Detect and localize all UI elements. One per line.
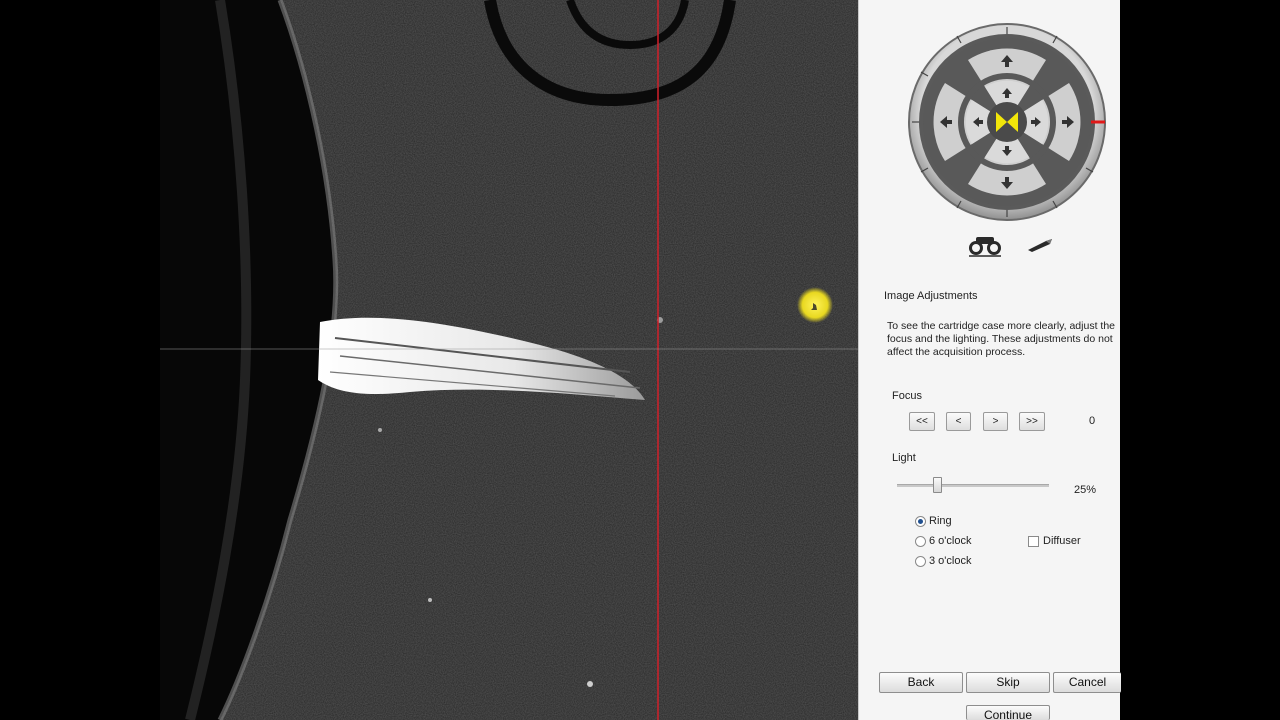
image-adjustments-description: To see the cartridge case more clearly, … <box>887 320 1116 358</box>
focus-coarse-forward-button[interactable]: >> <box>1019 412 1045 431</box>
light-label: Light <box>892 452 916 464</box>
cartridge-case-image <box>160 0 858 720</box>
back-button[interactable]: Back <box>879 672 963 693</box>
light-slider-thumb[interactable] <box>933 477 942 493</box>
diffuser-checkbox[interactable] <box>1028 536 1039 547</box>
image-adjustments-heading: Image Adjustments <box>884 290 978 302</box>
skip-button[interactable]: Skip <box>966 672 1050 693</box>
microscope-image-viewer[interactable] <box>160 0 858 720</box>
focus-fine-forward-button[interactable]: > <box>983 412 1008 431</box>
focus-label: Focus <box>892 390 922 402</box>
light-slider[interactable] <box>897 477 1049 499</box>
probe-icon[interactable] <box>1026 237 1056 253</box>
binoculars-icon[interactable] <box>967 234 1003 258</box>
letterbox-left <box>0 0 160 720</box>
focus-value: 0 <box>1089 415 1096 427</box>
letterbox-right <box>1120 0 1280 720</box>
six-oclock-light-label: 6 o'clock <box>929 535 972 547</box>
focus-coarse-back-button[interactable]: << <box>909 412 935 431</box>
three-oclock-light-radio[interactable] <box>915 556 926 567</box>
continue-button[interactable]: Continue <box>966 705 1050 720</box>
ring-light-radio[interactable] <box>915 516 926 527</box>
stage-navigation-dial[interactable] <box>907 22 1109 224</box>
ring-light-label: Ring <box>929 515 952 527</box>
diffuser-label: Diffuser <box>1043 535 1081 547</box>
light-value: 25% <box>1074 484 1097 496</box>
three-oclock-light-label: 3 o'clock <box>929 555 972 567</box>
focus-fine-back-button[interactable]: < <box>946 412 971 431</box>
six-oclock-light-radio[interactable] <box>915 536 926 547</box>
cancel-button[interactable]: Cancel <box>1053 672 1121 693</box>
control-panel: Image Adjustments To see the cartridge c… <box>858 0 1121 720</box>
